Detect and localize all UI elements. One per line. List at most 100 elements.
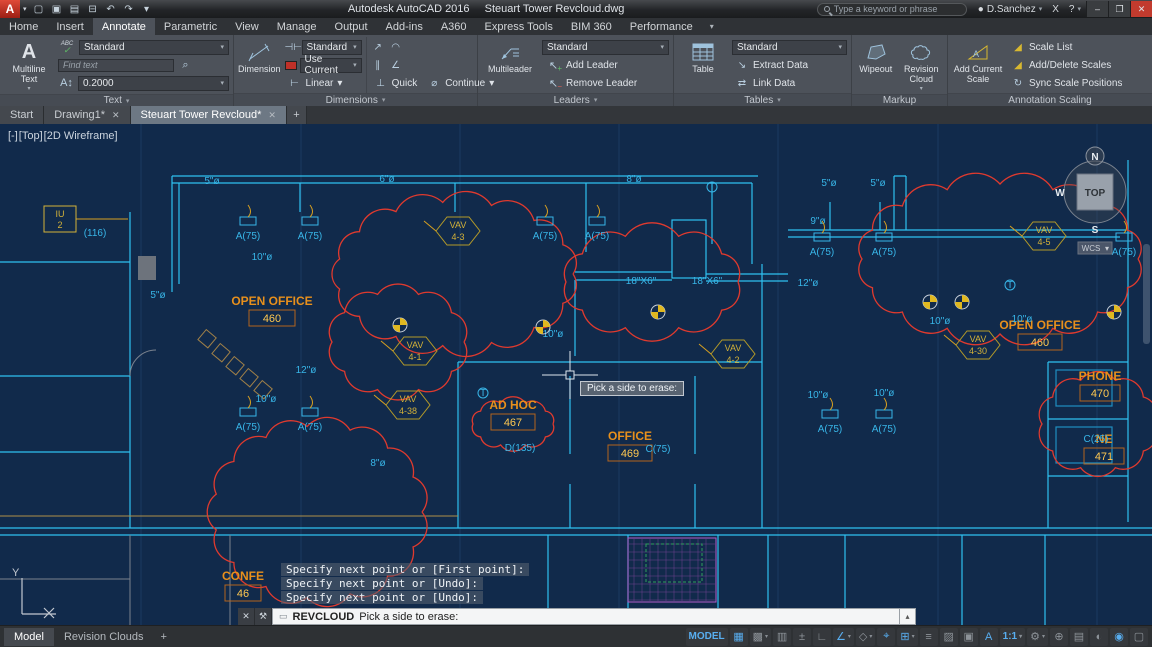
clean-screen-icon[interactable]: ▢ [1130,628,1148,646]
check-spelling-icon[interactable]: ABC✓ [58,41,76,53]
find-text-input[interactable] [58,59,174,72]
scale-list-button[interactable]: ◢ Scale List [1008,39,1148,55]
help-search-input[interactable]: Type a keyword or phrase [817,3,967,16]
ribbon-tab-add-ins[interactable]: Add-ins [377,18,432,35]
text-height-dropdown[interactable]: 0.2000 ▾ [78,76,229,91]
dim-style-dropdown[interactable]: Standard ▾ [302,40,362,55]
signin-user-button[interactable]: ● D.Sanchez ▾ [973,0,1047,18]
plot-icon[interactable]: ⊟ [84,1,102,17]
quick-dimension-button[interactable]: ⊥ Quick [371,75,421,91]
close-tab-icon[interactable]: ✕ [268,110,276,121]
model-space-toggle[interactable]: MODEL [686,628,728,646]
extract-data-button[interactable]: ↘ Extract Data [732,57,847,73]
dim-layer-dropdown[interactable]: Use Current ▾ [300,58,362,73]
layout-tab-revision-clouds[interactable]: Revision Clouds [54,628,153,646]
minimize-button[interactable]: – [1086,1,1108,17]
baseline-dim-icon[interactable]: ∥ [371,60,385,71]
text-style-dropdown[interactable]: Standard ▾ [79,40,229,55]
sync-scale-positions-button[interactable]: ↻ Sync Scale Positions [1008,75,1148,91]
revision-cloud-button[interactable]: Revision Cloud ▾ [900,37,943,94]
slant-dim-icon[interactable]: ↗ [371,42,385,53]
multiline-text-button[interactable]: A Multiline Text ▾ [4,37,54,94]
ribbon-tab-manage[interactable]: Manage [268,18,326,35]
panel-label-leaders[interactable]: Leaders▾ [478,93,673,106]
ribbon-tab-performance[interactable]: Performance [621,18,702,35]
object-snap-icon[interactable]: ⊞▾ [897,628,917,646]
layout-tab-model[interactable]: Model [4,628,54,646]
canvas-scrollbar[interactable] [1143,244,1150,344]
visual-style-control[interactable]: [2D Wireframe] [44,130,118,142]
snap-icon[interactable]: ▩▾ [750,628,771,646]
qat-customize-icon[interactable]: ▾ [138,1,156,17]
app-menu-caret-icon[interactable]: ▾ [20,5,30,13]
dynamic-input-icon[interactable]: ± [793,628,811,646]
command-history-toggle-icon[interactable]: ▴ [900,608,916,625]
command-close-icon[interactable]: ✕ [238,608,255,625]
recent-commands-icon[interactable]: ▭ [279,611,288,622]
panel-label-dimensions[interactable]: Dimensions▾ [234,93,477,106]
new-file-icon[interactable]: ▢ [30,1,48,17]
redo-icon[interactable]: ↷ [120,1,138,17]
panel-label-markup[interactable]: Markup [852,94,947,106]
isolate-objects-icon[interactable]: ◐ [1090,628,1108,646]
ribbon-tab-insert[interactable]: Insert [47,18,93,35]
ribbon-tab-a360[interactable]: A360 [432,18,476,35]
grid-icon[interactable]: ▦ [730,628,748,646]
command-input[interactable]: ▭ REVCLOUD Pick a side to erase: [272,608,900,625]
new-drawing-tab-button[interactable]: + [287,106,307,124]
angular-dim-icon[interactable]: ∠ [389,60,403,71]
table-style-dropdown[interactable]: Standard ▾ [732,40,847,55]
link-data-button[interactable]: ⇄ Link Data [732,75,847,91]
new-layout-button[interactable]: + [153,628,173,646]
viewcube[interactable]: TOP N W S WCS ▾ [1055,147,1126,254]
command-customize-icon[interactable]: ⚒ [255,608,272,625]
ribbon-tab-express-tools[interactable]: Express Tools [476,18,562,35]
multileader-button[interactable]: Multileader [482,37,538,93]
quick-properties-icon[interactable]: ▤ [1070,628,1088,646]
isodraft-icon[interactable]: ◇▾ [856,628,875,646]
selection-cycling-icon[interactable]: ▣ [960,628,978,646]
ribbon-tab-output[interactable]: Output [326,18,377,35]
ribbon-display-caret-icon[interactable]: ▾ [710,22,714,31]
view-control[interactable]: [Top] [19,130,43,142]
panel-label-annotation-scaling[interactable]: Annotation Scaling [948,93,1152,106]
app-logo-icon[interactable]: A [0,0,20,18]
help-button[interactable]: ? ▾ [1064,0,1086,18]
add-leader-button[interactable]: ↖+ Add Leader [542,57,669,73]
panel-label-text[interactable]: Text▾ [0,94,233,106]
lineweight-icon[interactable]: ≡ [920,628,938,646]
ribbon-tab-annotate[interactable]: Annotate [93,18,155,35]
transparency-icon[interactable]: ▨ [940,628,958,646]
osnap-tracking-icon[interactable]: ⌖ [877,628,895,646]
save-file-icon[interactable]: ▤ [66,1,84,17]
file-tab-start[interactable]: Start [0,106,44,124]
dimension-button[interactable]: Dimension [238,37,281,93]
add-delete-scales-button[interactable]: ◢ Add/Delete Scales [1008,57,1148,73]
restore-button[interactable]: ❐ [1108,1,1130,17]
annotation-visibility-icon[interactable]: A [980,628,998,646]
multileader-style-dropdown[interactable]: Standard ▾ [542,40,669,55]
polar-tracking-icon[interactable]: ∠▾ [833,628,854,646]
ribbon-tab-view[interactable]: View [226,18,268,35]
workspace-switching-icon[interactable]: ⚙▾ [1027,628,1048,646]
annotation-scale-button[interactable]: 1:1▾ [1000,628,1025,646]
graphics-performance-icon[interactable]: ◉ [1110,628,1128,646]
find-text-search-icon[interactable]: ⌕ [177,58,194,73]
file-tab-drawing1[interactable]: Drawing1*✕ [44,106,130,124]
linear-dimension-button[interactable]: ⊢ Linear ▾ [285,75,346,91]
ortho-icon[interactable]: ∟ [813,628,831,646]
exchange-apps-button[interactable]: X [1047,0,1064,18]
viewport-menu-control[interactable]: [-] [8,130,18,142]
wipeout-button[interactable]: Wipeout [856,37,896,94]
ribbon-tab-parametric[interactable]: Parametric [155,18,226,35]
close-button[interactable]: ✕ [1130,1,1152,17]
table-button[interactable]: Table [678,37,728,93]
open-file-icon[interactable]: ▣ [48,1,66,17]
arc-dim-icon[interactable]: ◠ [389,42,403,53]
undo-icon[interactable]: ↶ [102,1,120,17]
remove-leader-button[interactable]: ↖− Remove Leader [542,75,669,91]
ribbon-tab-home[interactable]: Home [0,18,47,35]
add-current-scale-button[interactable]: A Add Current Scale [952,37,1004,93]
file-tab-steuart-tower-revcloud[interactable]: Steuart Tower Revcloud*✕ [131,106,287,124]
infer-constraints-icon[interactable]: ▥ [773,628,791,646]
